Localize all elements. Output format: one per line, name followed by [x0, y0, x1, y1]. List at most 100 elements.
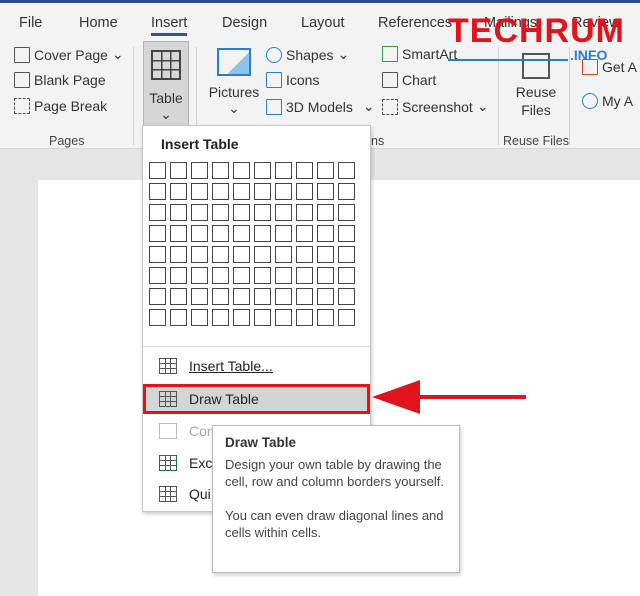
table-grid-cell[interactable]: [275, 309, 292, 326]
table-grid-cell[interactable]: [338, 225, 355, 242]
shapes-button[interactable]: Shapes ⌄: [266, 46, 349, 63]
table-grid-cell[interactable]: [338, 288, 355, 305]
table-grid-cell[interactable]: [170, 204, 187, 221]
table-grid-cell[interactable]: [317, 267, 334, 284]
blank-page-button[interactable]: Blank Page: [14, 72, 106, 88]
table-grid-cell[interactable]: [275, 162, 292, 179]
table-grid-cell[interactable]: [338, 162, 355, 179]
table-grid-cell[interactable]: [233, 162, 250, 179]
table-grid-cell[interactable]: [296, 204, 313, 221]
table-grid-cell[interactable]: [275, 204, 292, 221]
table-grid-cell[interactable]: [212, 183, 229, 200]
table-grid-cell[interactable]: [317, 162, 334, 179]
table-grid-cell[interactable]: [212, 225, 229, 242]
table-grid-cell[interactable]: [149, 309, 166, 326]
table-grid-cell[interactable]: [317, 309, 334, 326]
table-grid-cell[interactable]: [149, 288, 166, 305]
table-grid-cell[interactable]: [170, 267, 187, 284]
table-grid-cell[interactable]: [233, 246, 250, 263]
table-grid-cell[interactable]: [338, 183, 355, 200]
table-grid-cell[interactable]: [212, 288, 229, 305]
table-grid-cell[interactable]: [170, 225, 187, 242]
table-grid-cell[interactable]: [254, 309, 271, 326]
table-grid-cell[interactable]: [296, 309, 313, 326]
table-grid-cell[interactable]: [191, 204, 208, 221]
table-grid-cell[interactable]: [212, 162, 229, 179]
chart-button[interactable]: Chart: [382, 72, 436, 88]
table-grid-cell[interactable]: [296, 267, 313, 284]
table-grid-cell[interactable]: [233, 309, 250, 326]
table-grid-cell[interactable]: [317, 288, 334, 305]
table-grid-cell[interactable]: [254, 183, 271, 200]
screenshot-button[interactable]: Screenshot ⌄: [382, 98, 489, 115]
table-grid-cell[interactable]: [149, 204, 166, 221]
table-grid-cell[interactable]: [212, 204, 229, 221]
table-grid-cell[interactable]: [338, 267, 355, 284]
tab-file[interactable]: File: [19, 15, 42, 31]
table-grid-cell[interactable]: [149, 225, 166, 242]
table-grid-cell[interactable]: [254, 246, 271, 263]
cover-page-button[interactable]: Cover Page ⌄: [14, 46, 124, 63]
table-grid-cell[interactable]: [275, 267, 292, 284]
table-grid-cell[interactable]: [338, 246, 355, 263]
table-grid-cell[interactable]: [170, 162, 187, 179]
table-grid-cell[interactable]: [170, 183, 187, 200]
table-grid-cell[interactable]: [338, 309, 355, 326]
icons-button[interactable]: Icons: [266, 72, 319, 88]
table-grid-cell[interactable]: [317, 225, 334, 242]
table-grid-cell[interactable]: [149, 246, 166, 263]
tab-insert[interactable]: Insert: [151, 15, 188, 36]
table-grid-cell[interactable]: [170, 246, 187, 263]
table-grid-cell[interactable]: [233, 204, 250, 221]
menu-item-insert-table[interactable]: Insert Table...: [143, 352, 370, 380]
table-grid-cell[interactable]: [233, 225, 250, 242]
table-grid-cell[interactable]: [170, 288, 187, 305]
table-grid-cell[interactable]: [254, 267, 271, 284]
table-grid-cell[interactable]: [191, 309, 208, 326]
table-grid-cell[interactable]: [296, 246, 313, 263]
table-grid-cell[interactable]: [212, 267, 229, 284]
table-grid-cell[interactable]: [254, 204, 271, 221]
page-break-button[interactable]: Page Break: [14, 98, 107, 114]
table-grid-cell[interactable]: [275, 183, 292, 200]
table-grid-cell[interactable]: [317, 246, 334, 263]
table-grid-cell[interactable]: [317, 183, 334, 200]
table-grid-cell[interactable]: [149, 162, 166, 179]
my-addins-button[interactable]: My A: [582, 93, 633, 109]
table-grid-cell[interactable]: [191, 162, 208, 179]
table-grid-cell[interactable]: [233, 183, 250, 200]
table-grid-cell[interactable]: [275, 246, 292, 263]
table-grid-cell[interactable]: [254, 288, 271, 305]
tab-references[interactable]: References: [378, 15, 452, 31]
table-grid-cell[interactable]: [191, 288, 208, 305]
reuse-files-button[interactable]: Reuse Files: [510, 53, 562, 119]
table-grid-cell[interactable]: [338, 204, 355, 221]
table-grid-cell[interactable]: [191, 183, 208, 200]
table-grid-cell[interactable]: [191, 267, 208, 284]
menu-item-draw-table[interactable]: Draw Table: [143, 384, 370, 414]
table-grid-cell[interactable]: [296, 183, 313, 200]
table-grid-cell[interactable]: [254, 162, 271, 179]
table-grid-cell[interactable]: [170, 309, 187, 326]
table-grid-cell[interactable]: [233, 288, 250, 305]
table-grid-cell[interactable]: [275, 225, 292, 242]
table-grid-cell[interactable]: [317, 204, 334, 221]
table-grid-cell[interactable]: [296, 288, 313, 305]
table-grid-cell[interactable]: [212, 309, 229, 326]
table-grid-cell[interactable]: [212, 246, 229, 263]
table-grid-cell[interactable]: [296, 225, 313, 242]
table-grid-cell[interactable]: [296, 162, 313, 179]
table-grid-cell[interactable]: [149, 267, 166, 284]
table-grid-cell[interactable]: [233, 267, 250, 284]
tab-layout[interactable]: Layout: [301, 15, 345, 31]
table-grid-cell[interactable]: [275, 288, 292, 305]
tab-design[interactable]: Design: [222, 15, 267, 31]
table-grid-cell[interactable]: [254, 225, 271, 242]
table-grid-cell[interactable]: [149, 183, 166, 200]
table-grid-cell[interactable]: [191, 225, 208, 242]
table-size-grid[interactable]: [149, 162, 355, 326]
table-grid-cell[interactable]: [191, 246, 208, 263]
3d-models-button[interactable]: 3D Models ⌄: [266, 98, 375, 115]
tab-home[interactable]: Home: [79, 15, 118, 31]
pictures-button[interactable]: Pictures ⌄: [208, 48, 260, 117]
